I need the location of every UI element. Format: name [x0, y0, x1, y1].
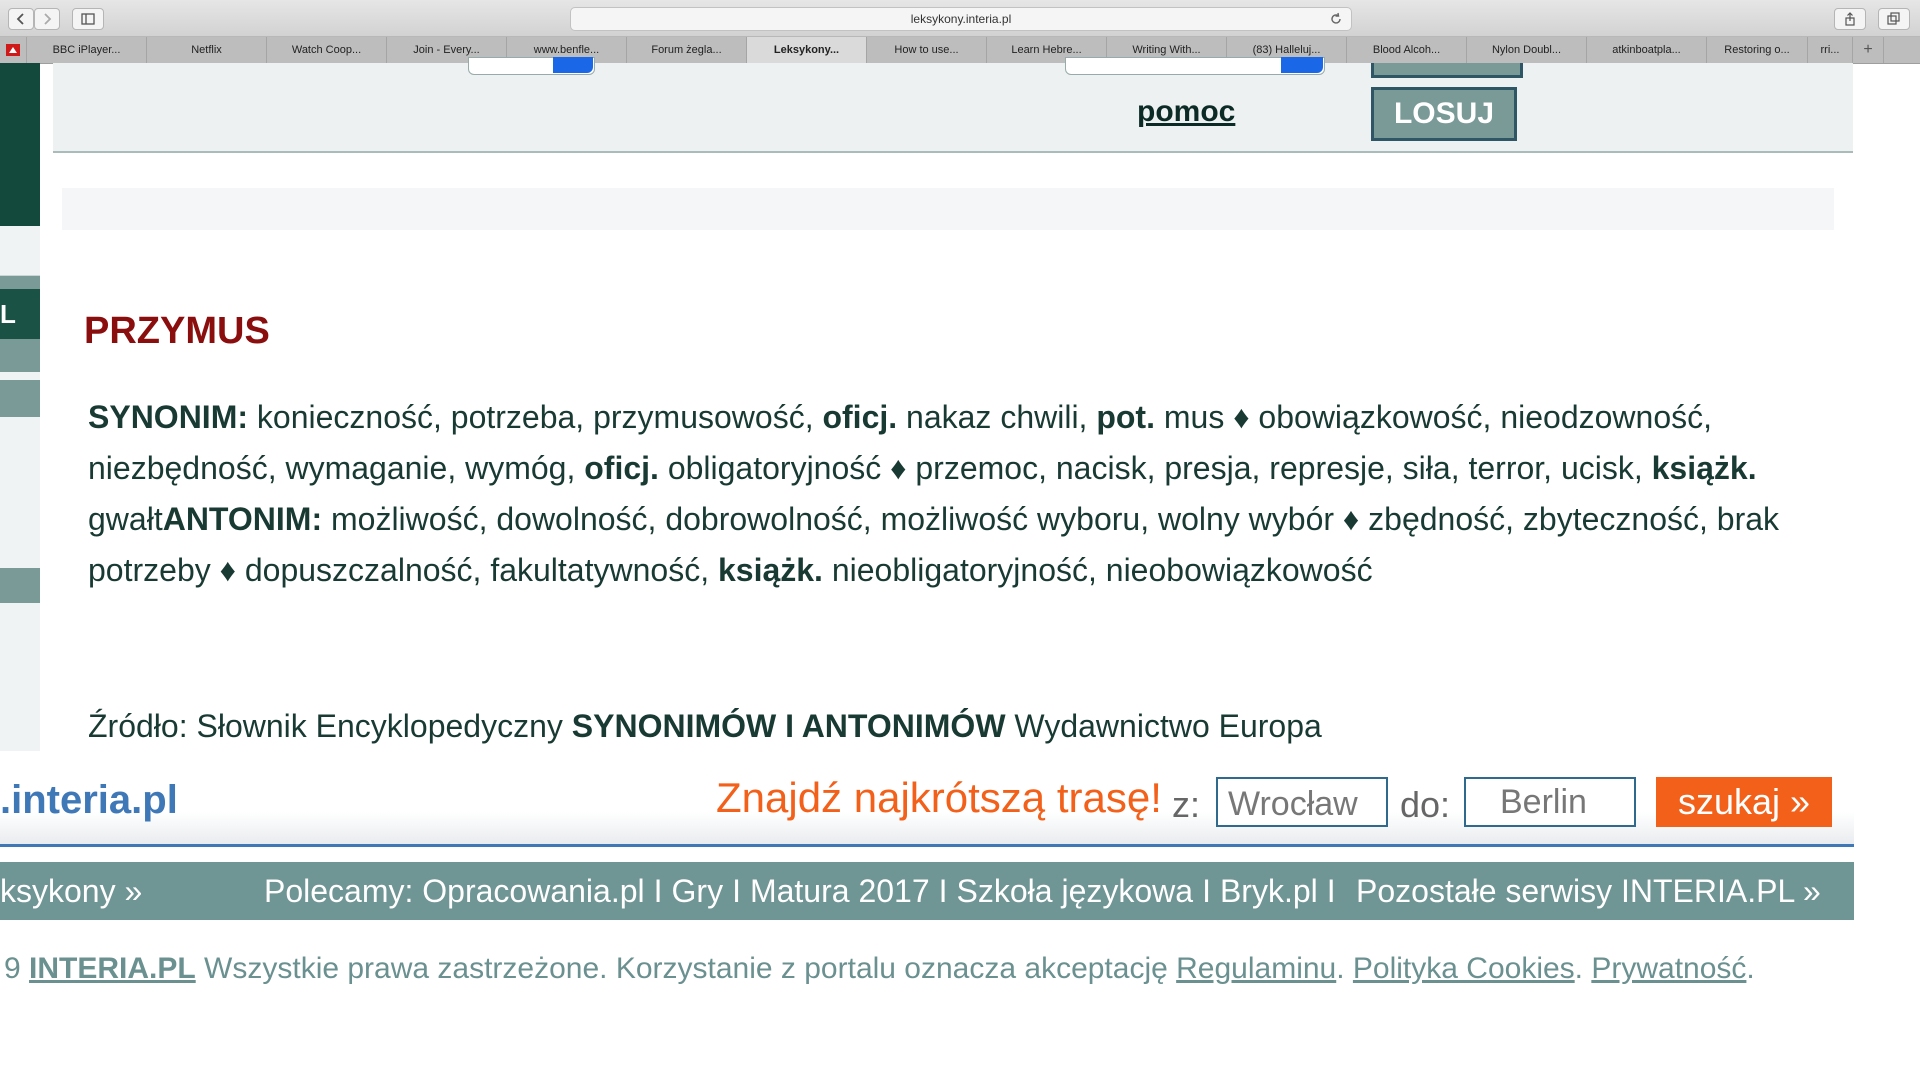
sidebar-icon: [81, 13, 95, 25]
privacy-link[interactable]: Prywatność: [1591, 952, 1746, 985]
footer-leksykony-link[interactable]: ksykony »: [0, 862, 142, 920]
random-button[interactable]: LOSUJ: [1371, 87, 1517, 141]
terms-link[interactable]: Regulaminu: [1176, 952, 1336, 985]
tab-13[interactable]: atkinboatpla...: [1587, 37, 1707, 63]
footer-nav: ksykony » Polecamy: Opracowania.pl I Gry…: [0, 862, 1854, 920]
footer-separator: I: [1326, 873, 1336, 909]
footer-separator: I: [653, 873, 663, 909]
to-city-input[interactable]: Berlin: [1464, 777, 1636, 827]
tab-11[interactable]: Blood Alcoh...: [1347, 37, 1467, 63]
synonym-text: obligatoryjność ♦ przemoc, nacisk, presj…: [658, 450, 1652, 486]
left-sidebar-tab[interactable]: [0, 568, 40, 603]
forward-button[interactable]: [34, 8, 60, 30]
browser-toolbar: leksykony.interia.pl: [0, 0, 1920, 37]
synonym-text: gwałt: [88, 501, 163, 537]
abbr-ksiazk: książk.: [1651, 450, 1757, 486]
left-sidebar-tab[interactable]: [0, 380, 40, 417]
footer-links: Polecamy: Opracowania.pl I Gry I Matura …: [264, 862, 1345, 920]
entry-source: Źródło: Słownik Encyklopedyczny SYNONIMÓ…: [88, 708, 1322, 745]
synonym-text: konieczność, potrzeba, przymusowość,: [248, 399, 823, 435]
tabs-overview-button[interactable]: [1878, 8, 1910, 30]
tab-12[interactable]: Nylon Doubl...: [1467, 37, 1587, 63]
from-label: z:: [1172, 784, 1201, 825]
pinned-tab[interactable]: [0, 37, 27, 63]
cookies-link[interactable]: Polityka Cookies: [1353, 952, 1575, 985]
tab-0[interactable]: BBC iPlayer...: [27, 37, 147, 63]
share-icon: [1845, 12, 1855, 26]
copyright-line: 9 INTERIA.PL Wszystkie prawa zastrzeżone…: [4, 952, 1755, 986]
copyright-dot: .: [1336, 952, 1353, 985]
ad-placeholder-bar: [62, 188, 1834, 230]
interia-brand-link[interactable]: INTERIA.PL: [29, 952, 196, 985]
abbr-pot: pot.: [1096, 399, 1155, 435]
footer-link-szkola[interactable]: Szkoła językowa: [957, 862, 1194, 920]
new-tab-button[interactable]: +: [1853, 37, 1884, 63]
button-fragment-top[interactable]: [1371, 63, 1523, 78]
tabs-icon: [1887, 12, 1900, 25]
footer-separator: I: [1202, 873, 1211, 909]
left-sidebar-dark-block: [0, 63, 40, 226]
tab-7[interactable]: How to use...: [867, 37, 987, 63]
footer-link-bryk[interactable]: Bryk.pl: [1220, 862, 1318, 920]
source-label: Źródło: Słownik Encyklopedyczny: [88, 708, 572, 744]
search-button-fragment[interactable]: [553, 57, 593, 73]
copyright-text: Wszystkie prawa zastrzeżone. Korzystanie…: [195, 952, 1177, 985]
footer-separator: I: [732, 873, 741, 909]
abbr-ksiazk: książk.: [717, 552, 823, 588]
tab-14[interactable]: Restoring o...: [1707, 37, 1808, 63]
footer-other-services-link[interactable]: Pozostałe serwisy INTERIA.PL »: [1356, 862, 1821, 920]
from-city-input[interactable]: Wrocław: [1216, 777, 1388, 827]
address-bar[interactable]: leksykony.interia.pl: [570, 7, 1352, 31]
left-sidebar-letter[interactable]: L: [0, 289, 40, 339]
help-link[interactable]: pomoc: [1137, 95, 1235, 129]
back-button[interactable]: [8, 8, 34, 30]
footer-separator: I: [938, 873, 948, 909]
left-sidebar-tab[interactable]: [0, 339, 40, 372]
chevron-right-icon: [44, 13, 52, 25]
antonym-label: ANTONIM:: [162, 501, 323, 537]
route-planner-bar: .interia.pl Znajdź najkrótszą trasę! z: …: [0, 764, 1854, 847]
tab-15[interactable]: rri...: [1808, 37, 1853, 63]
red-favicon-icon: [6, 44, 20, 56]
entry-definition: SYNONIM: konieczność, potrzeba, przymuso…: [88, 392, 1828, 596]
footer-link-opracowania[interactable]: Polecamy: Opracowania.pl: [264, 862, 645, 920]
source-title: SYNONIMÓW I ANTONIMÓW: [571, 708, 1006, 744]
left-sidebar-tab[interactable]: [0, 276, 40, 289]
to-label: do:: [1400, 784, 1451, 825]
address-text: leksykony.interia.pl: [910, 12, 1012, 26]
abbr-oficj: oficj.: [584, 450, 659, 486]
left-sidebar: L: [0, 63, 40, 751]
tab-bar: BBC iPlayer... Netflix Watch Coop... Joi…: [0, 37, 1920, 64]
entry-title: PRZYMUS: [84, 310, 270, 352]
share-button[interactable]: [1834, 8, 1866, 30]
tab-6-active[interactable]: Leksykony...: [747, 37, 867, 63]
left-sidebar-divider: [0, 275, 40, 276]
source-publisher: Wydawnictwo Europa: [1005, 708, 1322, 744]
footer-link-gry[interactable]: Gry: [672, 862, 724, 920]
synonym-label: SYNONIM:: [88, 399, 248, 435]
abbr-oficj: oficj.: [822, 399, 898, 435]
search-button-fragment-2[interactable]: [1281, 57, 1323, 73]
copyright-prefix: 9: [4, 952, 30, 985]
copyright-dot: .: [1574, 952, 1592, 985]
route-prompt: Znajdź najkrótszą trasę!: [716, 774, 1162, 821]
tab-1[interactable]: Netflix: [147, 37, 267, 63]
tab-5[interactable]: Forum żegla...: [627, 37, 747, 63]
copyright-dot: .: [1746, 952, 1755, 985]
header-panel: pomoc LOSUJ: [53, 57, 1853, 153]
interia-logo[interactable]: .interia.pl: [0, 778, 178, 823]
chevron-left-icon: [16, 13, 24, 25]
footer-link-matura[interactable]: Matura 2017: [750, 862, 930, 920]
tab-2[interactable]: Watch Coop...: [267, 37, 387, 63]
antonym-text: nieobligatoryjność, nieobowiązkowość: [822, 552, 1373, 588]
route-search-button[interactable]: szukaj »: [1656, 777, 1832, 827]
synonym-text: nakaz chwili,: [897, 399, 1097, 435]
sidebar-toggle-button[interactable]: [72, 8, 104, 30]
reload-icon[interactable]: [1329, 12, 1343, 26]
